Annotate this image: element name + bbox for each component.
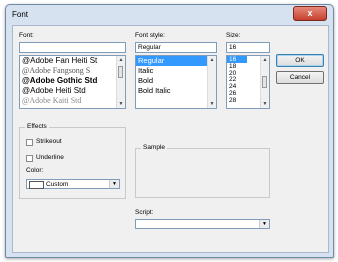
font-item[interactable]: @Adobe Fangsong S xyxy=(20,66,125,76)
scroll-down-icon[interactable]: ▼ xyxy=(117,100,125,108)
close-button[interactable]: x xyxy=(293,6,327,21)
dialog-title: Font xyxy=(12,10,29,19)
chevron-down-icon[interactable]: ▼ xyxy=(109,180,119,188)
style-list-scrollbar[interactable]: ▲ ▼ xyxy=(207,56,216,108)
font-style-input[interactable]: Regular xyxy=(135,42,217,53)
font-style-item[interactable]: Bold Italic xyxy=(136,86,216,96)
color-swatch xyxy=(29,181,44,189)
font-item[interactable]: @Adobe Kaiti Std xyxy=(20,96,125,106)
size-list-scrollbar[interactable]: ▲ ▼ xyxy=(260,56,269,108)
font-item[interactable]: @Adobe Heiti Std xyxy=(20,86,125,96)
sample-label: Sample xyxy=(141,144,168,151)
font-style-list[interactable]: Regular Italic Bold Bold Italic ▲ ▼ xyxy=(135,55,217,109)
title-bar[interactable]: Font x xyxy=(6,5,333,24)
scroll-up-icon[interactable]: ▲ xyxy=(261,56,269,64)
cancel-button[interactable]: Cancel xyxy=(276,71,324,84)
size-label: Size: xyxy=(226,32,241,39)
scroll-down-icon[interactable]: ▼ xyxy=(261,100,269,108)
script-label: Script: xyxy=(135,209,154,216)
font-item[interactable]: @Adobe Fan Heiti St xyxy=(20,56,125,66)
font-list[interactable]: @Adobe Fan Heiti St @Adobe Fangsong S @A… xyxy=(19,55,126,109)
font-style-item[interactable]: Italic xyxy=(136,66,216,76)
size-list[interactable]: 16 18 20 22 24 26 28 ▲ ▼ xyxy=(226,55,270,109)
underline-label: Underline xyxy=(36,154,64,161)
effects-group: Effects Strikeout Underline Color: Custo… xyxy=(19,123,126,199)
sample-group: Sample xyxy=(135,144,270,198)
font-list-scrollbar[interactable]: ▲ ▼ xyxy=(116,56,125,108)
scroll-down-icon[interactable]: ▼ xyxy=(208,100,216,108)
font-dialog: Font x Font: @Adobe Fan Heiti St @Adobe … xyxy=(5,4,334,258)
script-select[interactable]: ▼ xyxy=(135,219,270,229)
scroll-up-icon[interactable]: ▲ xyxy=(117,56,125,64)
font-style-item[interactable]: Bold xyxy=(136,76,216,86)
scroll-up-icon[interactable]: ▲ xyxy=(208,56,216,64)
dialog-body: Font: @Adobe Fan Heiti St @Adobe Fangson… xyxy=(12,25,329,253)
font-style-item[interactable]: Regular xyxy=(136,56,216,66)
scroll-thumb[interactable] xyxy=(118,66,123,78)
font-name-input[interactable] xyxy=(19,42,126,53)
strikeout-label: Strikeout xyxy=(36,138,62,145)
font-item[interactable]: @Adobe Gothic Std xyxy=(20,76,125,86)
font-label: Font: xyxy=(19,32,34,39)
strikeout-checkbox[interactable] xyxy=(26,139,33,146)
chevron-down-icon[interactable]: ▼ xyxy=(259,220,269,228)
size-item[interactable]: 16 xyxy=(227,56,247,63)
font-style-label: Font style: xyxy=(135,32,165,39)
color-select[interactable]: Custom ▼ xyxy=(26,179,120,189)
ok-button[interactable]: OK xyxy=(276,54,324,67)
color-value: Custom xyxy=(46,181,69,188)
effects-label: Effects xyxy=(25,123,49,130)
underline-checkbox[interactable] xyxy=(26,155,33,162)
close-icon: x xyxy=(307,8,313,18)
scroll-thumb[interactable] xyxy=(262,76,267,88)
color-label: Color: xyxy=(26,167,44,174)
size-input[interactable]: 16 xyxy=(226,42,270,53)
